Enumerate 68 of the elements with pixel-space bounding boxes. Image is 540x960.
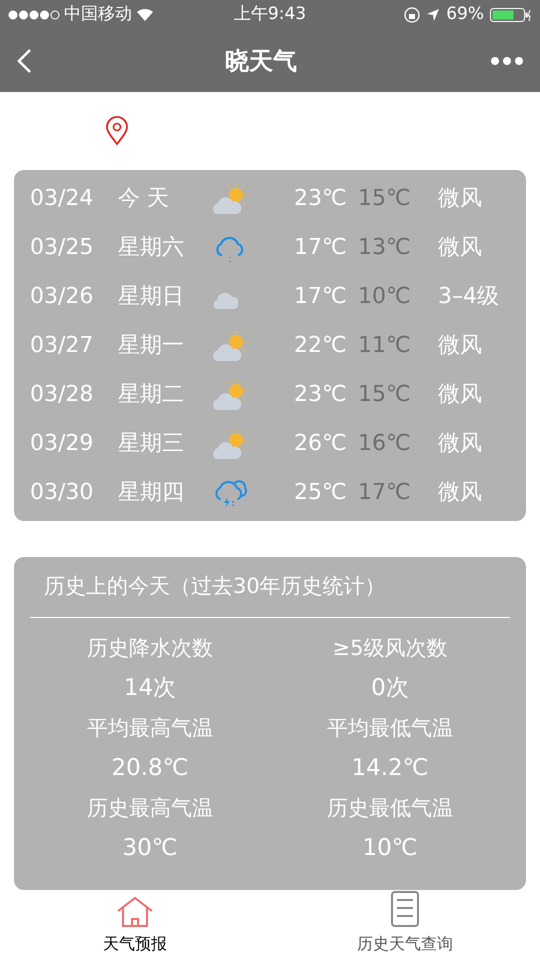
wind-level: 微风 xyxy=(438,234,482,262)
forecast-day: 星期四 xyxy=(118,476,212,509)
rotation-lock-icon xyxy=(404,7,420,23)
stat-value: 30℃ xyxy=(122,834,178,862)
forecast-date: 03/24 xyxy=(29,185,94,213)
forecast-date: 03/25 xyxy=(29,234,94,262)
sun-cloud-icon xyxy=(212,378,248,410)
stat-value: 10℃ xyxy=(362,834,418,862)
stat-value: 14.2℃ xyxy=(351,754,429,782)
high-temp: 23℃ xyxy=(294,185,348,213)
house-icon xyxy=(116,896,154,928)
forecast-day: 今 天 xyxy=(118,182,212,215)
stat-label: 平均最低气温 xyxy=(327,714,453,742)
sun-cloud-icon xyxy=(212,428,248,460)
stat-value: 0次 xyxy=(371,674,409,702)
low-temp: 15℃ xyxy=(358,381,412,409)
high-temp: 22℃ xyxy=(294,332,348,360)
forecast-date: 03/26 xyxy=(29,283,94,311)
forecast-day: 星期六 xyxy=(118,231,212,264)
low-temp: 16℃ xyxy=(358,430,412,458)
stat-value: 14次 xyxy=(124,674,176,702)
battery-icon xyxy=(490,8,532,22)
forecast-date: 03/29 xyxy=(29,430,94,458)
stat-label: 历史最高气温 xyxy=(87,794,213,822)
wind-level: 微风 xyxy=(438,185,482,213)
signal-icon xyxy=(8,10,60,20)
back-icon[interactable] xyxy=(16,48,32,74)
forecast-date: 03/30 xyxy=(29,479,94,507)
tab-bar-item[interactable]: 天气预报 xyxy=(0,890,270,960)
wind-level: 3–4级 xyxy=(438,283,499,311)
high-temp: 17℃ xyxy=(294,234,348,262)
forecast-day: 星期日 xyxy=(118,280,212,313)
low-temp: 13℃ xyxy=(358,234,412,262)
forecast-day: 星期一 xyxy=(118,329,212,362)
wifi-icon xyxy=(136,8,154,22)
wind-level: 微风 xyxy=(438,381,482,409)
forecast-day: 星期三 xyxy=(118,427,212,460)
low-temp: 15℃ xyxy=(358,185,412,213)
carrier-name: 中国移动 xyxy=(64,3,132,26)
stat-label: 历史最低气温 xyxy=(327,794,453,822)
tab-bar-item[interactable]: 历史天气查询 xyxy=(270,890,540,960)
more-icon[interactable] xyxy=(490,56,524,66)
forecast-date: 03/28 xyxy=(29,381,94,409)
stat-label: 平均最高气温 xyxy=(87,714,213,742)
forecast-date: 03/27 xyxy=(29,332,94,360)
sun-cloud-icon xyxy=(212,182,248,214)
wind-level: 微风 xyxy=(438,479,482,507)
low-temp: 11℃ xyxy=(358,332,412,360)
low-temp: 17℃ xyxy=(358,479,412,507)
clock-time: 上午9:43 xyxy=(234,3,306,26)
document-icon xyxy=(389,890,421,928)
stat-label: ≥5级风次数 xyxy=(332,634,448,662)
forecast-day: 星期二 xyxy=(118,378,212,411)
high-temp: 25℃ xyxy=(294,479,348,507)
high-temp: 26℃ xyxy=(294,430,348,458)
location-arrow-icon xyxy=(426,8,440,22)
wind-level: 微风 xyxy=(438,430,482,458)
location-pin-icon[interactable] xyxy=(105,116,129,146)
history-title: 历史上的今天（过去30年历史统计） xyxy=(43,573,387,600)
page-title: 晓天气 xyxy=(224,46,298,77)
high-temp: 23℃ xyxy=(294,381,348,409)
stat-label: 历史降水次数 xyxy=(87,634,213,662)
sun-cloud-icon xyxy=(212,330,248,362)
battery-percent: 69% xyxy=(446,3,484,26)
wind-level: 微风 xyxy=(438,332,482,360)
stat-value: 20.8℃ xyxy=(111,754,189,782)
low-temp: 10℃ xyxy=(358,283,412,311)
high-temp: 17℃ xyxy=(294,283,348,311)
